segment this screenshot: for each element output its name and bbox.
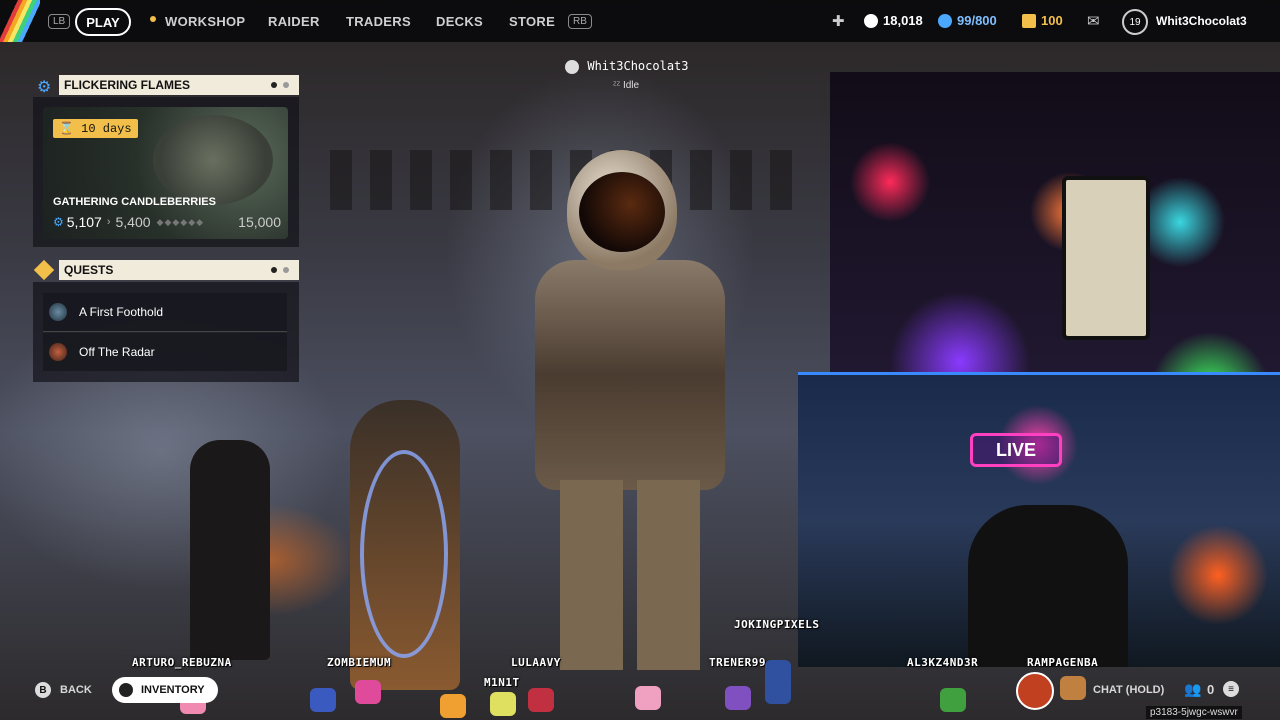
event-progress: ⚙ 5,107 › 5,400 ◆◆◆◆◆◆ 15,000 [53,214,281,230]
viewer-sprite [635,686,661,710]
token-icon [938,13,952,28]
viewer-name: RAMPAGENBA [1027,656,1099,669]
back-button[interactable]: BACK [60,684,92,696]
progress-next: 5,400 [115,214,151,230]
quest-giver-icon [49,343,67,361]
tab-traders[interactable]: TRADERS [346,14,411,29]
viewer-sprite [1060,676,1086,700]
party-count: 0 [1207,682,1215,697]
event-timer: ⌛ 10 days [53,119,138,138]
chevron-right-icon: › [106,216,111,228]
rb-button-hint: RB [568,14,592,29]
viewer-sprite [528,688,554,712]
viewer-name: JOKINGPIXELS [734,618,820,631]
viewer-name: M1N1T [484,676,520,689]
player-presence: Whit3Chocolat3 ᶻᶻ Idle [565,59,689,91]
viewer-name: ZOMBIEMUM [327,656,392,669]
raider-tokens-value: 100 [1041,13,1063,28]
gear-small-icon: ⚙ [53,215,64,229]
quests-header-label: QUESTS [64,263,114,277]
progress-current: 5,107 [66,214,102,230]
pagination-dots [271,267,289,273]
robed-figure [350,400,460,690]
event-title: GATHERING CANDLEBERRIES [53,196,216,208]
menu-icon[interactable]: ≡ [1223,681,1239,697]
player-character [505,150,755,670]
event-artwork [153,115,273,205]
gear-icon: ⚙ [37,79,52,96]
inventory-label: INVENTORY [141,684,205,696]
raider-token-icon [1022,13,1036,28]
webcam-desk-view [830,72,1280,372]
live-neon-sign: LIVE [970,433,1062,467]
tokens-stat: 99/800 [938,13,997,28]
stream-id: p3183-5jwgc-wswvr [1146,706,1242,719]
coin-icon [864,13,878,28]
inventory-icon [119,683,133,697]
presence-name: Whit3Chocolat3 [587,59,689,73]
viewer-sprite [940,688,966,712]
quest-label: Off The Radar [79,345,155,359]
event-panel-header[interactable]: FLICKERING FLAMES [59,75,299,95]
chat-button[interactable]: CHAT (HOLD) [1093,684,1164,696]
raider-tokens-stat: 100 [1022,13,1063,28]
quest-item[interactable]: A First Foothold [43,293,287,332]
quest-label: A First Foothold [79,305,164,319]
phone-screen [1062,176,1150,340]
gaming-chair [968,505,1128,667]
party-icon[interactable]: 👥 [1184,681,1201,698]
event-card[interactable]: ⌛ 10 days GATHERING CANDLEBERRIES ⚙ 5,10… [43,107,288,239]
username[interactable]: Whit3Chocolat3 [1156,14,1247,28]
viewer-sprite [310,688,336,712]
viewer-sprite [725,686,751,710]
tab-workshop[interactable]: WORKSHOP [165,14,245,29]
viewer-name: TRENER99 [709,656,766,669]
viewer-name: ARTURO_REBUZNA [132,656,232,669]
level-badge[interactable]: 19 [1122,9,1148,35]
progress-max: 15,000 [238,214,281,230]
webcam-room-view: LIVE [798,372,1280,667]
viewer-sprite [440,694,466,718]
quests-panel-header[interactable]: QUESTS [59,260,299,280]
progress-pips: ◆◆◆◆◆◆ [156,216,205,227]
notification-dot-icon [150,16,156,22]
tab-play[interactable]: PLAY [75,8,131,36]
viewer-sprite [355,680,381,704]
coins-value: 18,018 [883,13,923,28]
presence-status: Idle [622,79,640,91]
sleep-icon: ᶻᶻ [613,79,621,91]
viewer-name: AL3KZ4ND3R [907,656,979,669]
coins-stat: 18,018 [864,13,923,28]
avatar [565,59,579,74]
tab-decks[interactable]: DECKS [436,14,483,29]
inventory-button[interactable]: INVENTORY [112,677,218,703]
top-nav-bar: LB PLAY WORKSHOP RAIDER TRADERS DECKS ST… [0,0,1280,42]
brand-stripes [0,0,40,42]
mail-icon[interactable]: ✉ [1087,12,1100,30]
tokens-value: 99/800 [957,13,997,28]
b-button-icon: B [35,682,51,698]
quest-giver-icon [49,303,67,321]
event-header-label: FLICKERING FLAMES [64,78,190,92]
tab-store[interactable]: STORE [509,14,555,29]
quest-item[interactable]: Off The Radar [43,333,287,371]
viewer-sprite [1016,672,1054,710]
pagination-dots [271,82,289,88]
tab-raider[interactable]: RAIDER [268,14,320,29]
viewer-sprite [490,692,516,716]
viewer-sprite [765,660,791,704]
lb-button-hint: LB [48,14,71,29]
gift-icon[interactable]: ✚ [832,12,845,30]
viewer-name: LULAAVY [511,656,561,669]
background-figure [190,440,270,660]
